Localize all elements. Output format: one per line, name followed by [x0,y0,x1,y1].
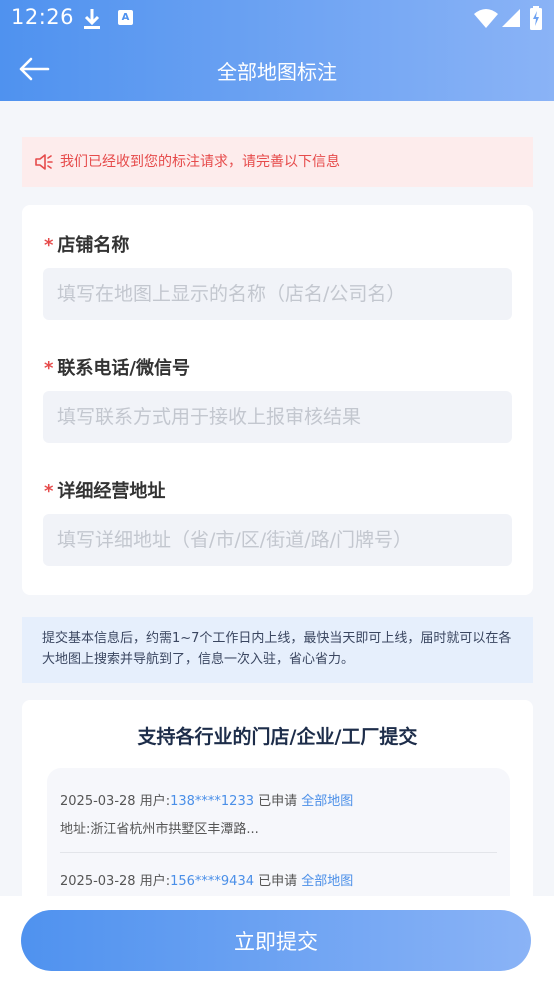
record-line: 2025-03-28 用户:156****9434 已申请 全部地图 [60,870,353,889]
notice-banner: 我们已经收到您的标注请求，请完善以下信息 [22,137,533,187]
record-address: 地址:浙江省杭州市拱墅区丰潭路... [60,822,259,837]
address-label-text: 详细经营地址 [57,481,166,502]
records-card: 支持各行业的门店/企业/工厂提交 2025-03-28 用户:138****12… [22,700,533,920]
page-title: 全部地图标注 [217,60,337,84]
record-phone: 138****1233 [170,794,254,809]
wifi-icon [474,9,498,28]
status-bar: 12:26 A [0,0,554,38]
store-name-label: * 店铺名称 [44,231,129,257]
record-product: 全部地图 [301,874,354,889]
required-mark: * [44,358,54,379]
address-input[interactable] [43,514,512,566]
battery-charging-icon [530,6,542,30]
record-date: 2025-03-28 [60,794,136,809]
notice-text: 我们已经收到您的标注请求，请完善以下信息 [60,154,340,170]
record-action: 已申请 [258,794,298,809]
download-icon [84,9,100,29]
a-badge-icon: A [118,10,133,25]
divider [60,852,497,853]
signal-icon [502,9,520,27]
record-line: 2025-03-28 用户:138****1233 已申请 全部地图 [60,790,353,809]
record-user-label: 用户: [139,874,171,889]
records-title: 支持各行业的门店/企业/工厂提交 [137,726,418,748]
store-name-input[interactable] [43,268,512,320]
required-mark: * [44,235,54,256]
record-date: 2025-03-28 [60,874,136,889]
record-product: 全部地图 [301,794,354,809]
contact-label: * 联系电话/微信号 [44,354,190,380]
info-box: 提交基本信息后，约需1~7个工作日内上线，最快当天即可上线，届时就可以在各大地图… [22,617,533,683]
record-phone: 156****9434 [170,874,254,889]
app-header: 12:26 A 全部地图标注 [0,0,554,101]
contact-input[interactable] [43,391,512,443]
form-card: *店铺名称 *联系电话/微信号 *详细经营地址 [22,205,533,595]
required-mark: * [44,481,54,502]
address-label: * 详细经营地址 [44,477,165,503]
record-action: 已申请 [258,874,298,889]
speaker-icon [35,154,53,170]
submit-button[interactable]: 立即提交 [21,910,531,971]
contact-label-text: 联系电话/微信号 [57,358,190,379]
store-name-label-text: 店铺名称 [57,235,130,256]
info-text: 提交基本信息后，约需1~7个工作日内上线，最快当天即可上线，届时就可以在各大地图… [42,631,512,667]
status-time: 12:26 [11,5,75,29]
record-user-label: 用户: [139,794,171,809]
